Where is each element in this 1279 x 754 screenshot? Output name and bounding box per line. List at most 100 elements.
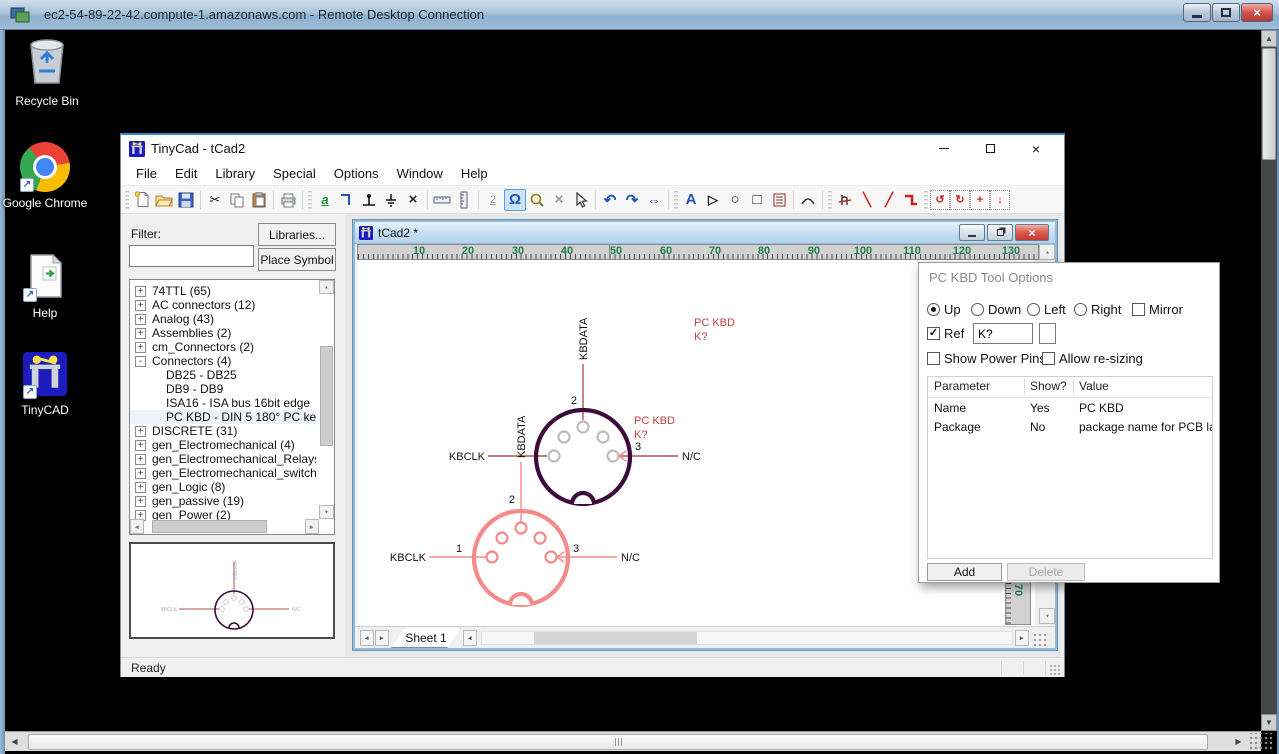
sheet-next-button[interactable]: ▶ (375, 630, 389, 646)
ellipse-icon[interactable]: ○ (724, 189, 746, 211)
diagonal-back-icon[interactable]: ╲ (856, 189, 878, 211)
add-button[interactable]: Add (927, 563, 1002, 581)
tree-item-gen-switches[interactable]: +gen_Electromechanical_switches (130, 466, 316, 480)
expand-icon[interactable]: + (135, 468, 146, 479)
clear-icon[interactable]: × (548, 189, 570, 211)
tree-item-gen-relays[interactable]: +gen_Electromechanical_Relays ( (130, 452, 316, 466)
tree-item-gen-electromechanical[interactable]: +gen_Electromechanical (4) (130, 438, 316, 452)
annotation-text-icon[interactable]: a (314, 189, 336, 211)
desktop-icon-tinycad[interactable]: ↗ TinyCAD (2, 352, 88, 418)
notes-icon[interactable] (768, 189, 790, 211)
ruler-vertical-icon[interactable] (453, 189, 475, 211)
tree-item-analog[interactable]: +Analog (43) (130, 312, 316, 326)
desktop-icon-google-chrome[interactable]: ↗ Google Chrome (2, 142, 88, 211)
expand-icon[interactable]: + (135, 440, 146, 451)
diagonal-forward-icon[interactable]: ╱ (878, 189, 900, 211)
menu-window[interactable]: Window (388, 162, 452, 185)
copy-icon[interactable] (226, 189, 248, 211)
save-icon[interactable] (175, 189, 197, 211)
print-icon[interactable] (277, 189, 299, 211)
doc-resize-grip[interactable] (1033, 633, 1049, 647)
document-titlebar[interactable]: tCad2 * × (355, 222, 1055, 244)
menu-help[interactable]: Help (452, 162, 497, 185)
paste-icon[interactable] (248, 189, 270, 211)
arc-icon[interactable] (797, 189, 819, 211)
table-cell[interactable]: No (1030, 420, 1045, 434)
expand-icon[interactable]: + (135, 496, 146, 507)
place-symbol-button[interactable]: Place Symbol (258, 248, 336, 271)
omega-symbol-icon[interactable]: Ω (504, 189, 526, 211)
rdp-hscroll-thumb[interactable] (28, 734, 1208, 750)
bus-icon[interactable] (900, 189, 922, 211)
rdp-horizontal-scrollbar[interactable]: ◀ ▶ (5, 731, 1261, 751)
expand-icon[interactable]: + (135, 342, 146, 353)
rdp-scroll-down-button[interactable]: ▼ (1261, 714, 1277, 731)
scroll-up-button[interactable]: ▲ (319, 280, 334, 294)
rdp-vscroll-thumb[interactable] (1262, 48, 1276, 160)
rdp-resize-grip[interactable] (1248, 733, 1274, 751)
table-cell[interactable]: Package (934, 420, 981, 434)
pin-icon[interactable] (834, 189, 856, 211)
tree-item-db25[interactable]: DB25 - DB25 (130, 368, 316, 382)
delete-button[interactable]: Delete (1007, 563, 1085, 581)
vertical-scrollbar-thumb[interactable] (320, 346, 333, 446)
doc-restore-button[interactable] (987, 224, 1013, 241)
zoom-icon[interactable] (526, 189, 548, 211)
allow-resizing-checkbox[interactable] (1042, 352, 1055, 365)
tree-item-db9[interactable]: DB9 - DB9 (130, 382, 316, 396)
block-import-icon[interactable]: ↓ (990, 190, 1010, 210)
block-copy-icon[interactable]: + (970, 190, 990, 210)
rdp-scroll-up-button[interactable]: ▲ (1261, 30, 1277, 47)
desktop-icon-help[interactable]: ↗ Help (2, 253, 88, 321)
rectangle-icon[interactable]: □ (746, 189, 768, 211)
expand-icon[interactable]: + (135, 286, 146, 297)
close-button[interactable]: × (1013, 135, 1059, 162)
open-folder-icon[interactable] (153, 189, 175, 211)
table-cell[interactable]: Yes (1030, 401, 1050, 415)
rdp-vertical-scrollbar[interactable]: ▲ ▼ (1261, 30, 1277, 731)
table-cell[interactable]: package name for PCB layout (1079, 420, 1213, 434)
tree-item-assemblies[interactable]: +Assemblies (2) (130, 326, 316, 340)
subscript-2-icon[interactable]: 2 (482, 189, 504, 211)
junction-icon[interactable] (358, 189, 380, 211)
new-document-icon[interactable] (131, 189, 153, 211)
delete-icon[interactable]: × (402, 189, 424, 211)
pointer-icon[interactable] (570, 189, 592, 211)
canvas-scroll-up-button[interactable]: ▲ (1039, 244, 1055, 260)
orientation-down-radio[interactable] (971, 303, 984, 316)
column-header-show[interactable]: Show? (1030, 379, 1067, 393)
polygon-icon[interactable]: ▷ (702, 189, 724, 211)
rdp-maximize-button[interactable] (1212, 3, 1240, 22)
canvas-scroll-right-button[interactable]: ▶ (1015, 630, 1029, 646)
show-power-pins-checkbox[interactable] (927, 352, 940, 365)
ruler-horizontal-icon[interactable] (431, 189, 453, 211)
rdp-scroll-left-button[interactable]: ◀ (7, 734, 22, 750)
tree-item-discrete[interactable]: +DISCRETE (31) (130, 424, 316, 438)
swap-icon[interactable]: ⇔ (643, 189, 665, 211)
tree-item-gen-logic[interactable]: +gen_Logic (8) (130, 480, 316, 494)
libraries-button[interactable]: Libraries... (258, 223, 336, 246)
table-cell[interactable]: Name (934, 401, 966, 415)
tree-item-pc-kbd[interactable]: PC KBD - DIN 5 180° PC key (130, 410, 316, 424)
block-rotate-right-icon[interactable]: ↻ (950, 190, 970, 210)
desktop-icon-recycle-bin[interactable]: Recycle Bin (4, 33, 90, 109)
undo-icon[interactable]: ↶ (599, 189, 621, 211)
tree-item-connectors[interactable]: -Connectors (4) (130, 354, 316, 368)
maximize-button[interactable] (967, 135, 1013, 162)
horizontal-scrollbar-thumb[interactable] (534, 632, 697, 644)
orientation-left-radio[interactable] (1027, 303, 1040, 316)
mirror-checkbox[interactable] (1132, 303, 1145, 316)
doc-minimize-button[interactable] (959, 224, 985, 241)
cut-icon[interactable]: ✂ (204, 189, 226, 211)
ref-input[interactable] (973, 323, 1033, 344)
scroll-down-button[interactable]: ▼ (319, 505, 334, 519)
expand-icon[interactable]: + (135, 426, 146, 437)
expand-icon[interactable]: + (135, 328, 146, 339)
expand-icon[interactable]: + (135, 454, 146, 465)
scroll-left-button[interactable]: ◀ (130, 519, 144, 534)
table-cell[interactable]: PC KBD (1079, 401, 1124, 415)
collapse-icon[interactable]: - (135, 356, 146, 367)
rdp-minimize-button[interactable] (1183, 3, 1211, 22)
window-resize-grip[interactable] (1049, 664, 1061, 676)
menu-edit[interactable]: Edit (166, 162, 206, 185)
